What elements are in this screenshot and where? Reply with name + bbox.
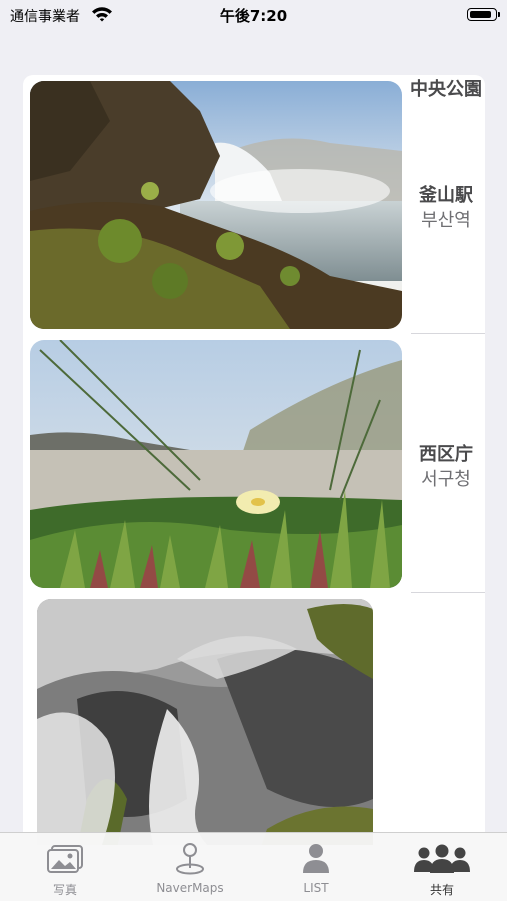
- location-list[interactable]: 釜山駅 부산역 西区庁 서구청 中央公園: [23, 75, 485, 845]
- tab-label: LIST: [303, 881, 329, 895]
- waterfall-photo: [30, 81, 402, 329]
- tab-share[interactable]: 共有: [379, 833, 505, 901]
- list-item[interactable]: [23, 593, 485, 845]
- person-icon: [253, 840, 379, 878]
- battery-tip: [498, 12, 500, 17]
- tab-photos[interactable]: 写真: [2, 833, 128, 901]
- battery-icon: [467, 8, 497, 21]
- item-title-ja: 西区庁: [419, 444, 473, 465]
- item-title-ko: 부산역: [421, 210, 471, 231]
- coastal-flower-photo: [30, 340, 402, 588]
- tab-list[interactable]: LIST: [253, 833, 379, 901]
- item-title-ko: 서구청: [421, 469, 471, 490]
- list-item[interactable]: 西区庁 서구청: [23, 334, 485, 592]
- group-icon: [379, 840, 505, 878]
- status-bar: 通信事業者 午後7:20: [0, 0, 507, 32]
- tab-label: 共有: [429, 883, 454, 897]
- stream-rocks-photo: [37, 599, 373, 845]
- tab-label: NaverMaps: [156, 881, 224, 895]
- tab-label: 写真: [52, 883, 77, 897]
- map-pin-icon: [127, 840, 253, 878]
- battery-level: [470, 11, 491, 18]
- item-title-ja: 中央公園: [410, 79, 482, 100]
- tab-bar: 写真 NaverMaps LIST 共有: [0, 832, 507, 901]
- list-item[interactable]: 釜山駅 부산역: [23, 75, 485, 333]
- status-time: 午後7:20: [219, 7, 288, 25]
- photos-icon: [2, 840, 128, 878]
- tab-navermaps[interactable]: NaverMaps: [127, 833, 253, 901]
- item-title-ja: 釜山駅: [419, 185, 473, 206]
